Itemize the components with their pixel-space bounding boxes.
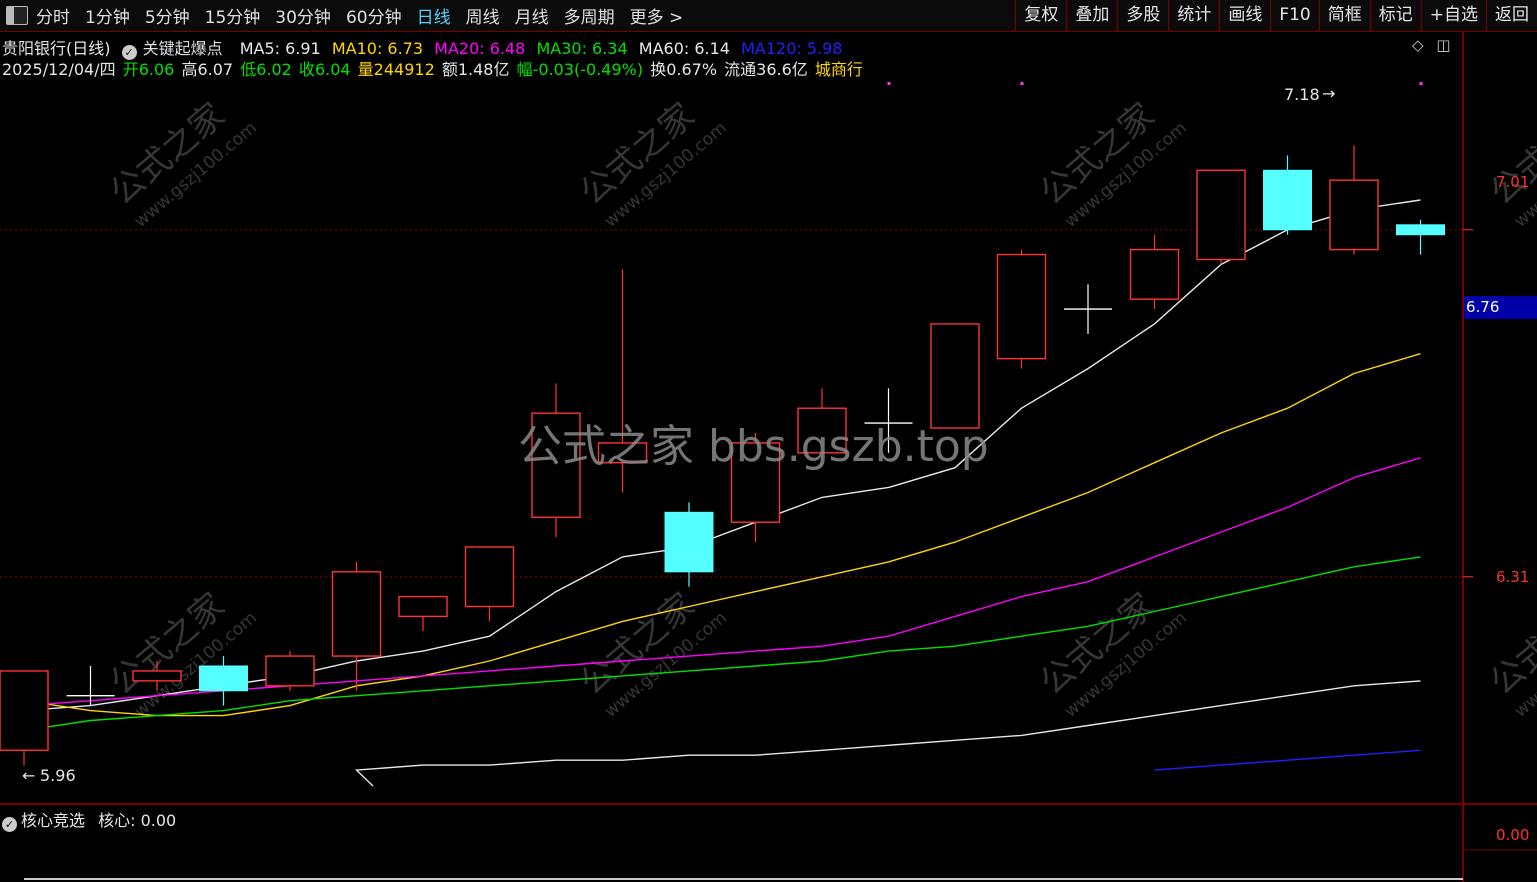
candle-body-up[interactable] [464,546,515,608]
diagonal-watermark: 公式之家www.gszj100.com [1032,95,1190,231]
change-label: 幅 [516,60,533,79]
amount-value: 1.48亿 [457,60,510,79]
candle-body-up[interactable] [0,670,49,751]
close-label: 收 [298,60,315,79]
price-label-upper: 7.01 [1496,173,1530,191]
candle-body-up[interactable] [1329,179,1379,251]
turnover-value: 0.67% [666,60,718,79]
float-group: 流通36.6亿 [724,60,808,79]
signal-dot [1020,82,1024,85]
candle-body-up[interactable] [331,571,382,657]
sector-label[interactable]: 城商行 [815,60,863,79]
float-value: 36.6亿 [756,60,808,79]
diagonal-watermark: 公式之家www.gszj100.com [1482,95,1537,231]
candle-body-up[interactable] [996,253,1047,360]
chart-corner-icons: ◇ ◫ [1412,36,1459,54]
low-label: 低 [240,60,257,79]
turnover-label: 换 [650,60,667,79]
sub-indicator-selector[interactable]: ✓ 核心竞选 [2,811,93,832]
close-group: 收6.04 [299,60,351,79]
diagonal-watermark: 公式之家www.gszj100.com [102,95,260,231]
center-watermark: 公式之家 bbs.gszb.top [518,421,989,472]
candle-body-down[interactable] [199,665,248,692]
diagonal-watermark: 公式之家www.gszj100.com [1482,585,1537,721]
candle-body-up[interactable] [398,595,448,618]
low-group: 低6.02 [240,60,292,79]
amount-label: 额 [441,60,458,79]
low-price-annotation: 5.96 [40,766,76,785]
current-price-box: 6.76 [1464,296,1537,319]
low-value: 6.02 [256,60,292,79]
change-group: 幅-0.03(-0.49%) [517,60,644,79]
high-label: 高 [181,60,198,79]
panel-toggle-icon[interactable]: ◫ [1436,36,1450,54]
quote-date: 2025/12/04/四 [2,60,116,79]
open-label: 开 [122,60,139,79]
high-price-annotation: 7.18 [1284,85,1320,104]
sub-axis-label: 0.00 [1496,826,1530,844]
price-label-lower: 6.31 [1496,568,1530,586]
watermark-cn: 公式之家 [1482,585,1537,703]
diagonal-watermark: 公式之家www.gszj100.com [1032,585,1190,721]
float-label: 流通 [724,60,757,79]
amount-group: 额1.48亿 [442,60,510,79]
candle-body-down[interactable] [1263,169,1312,231]
close-value: 6.04 [314,60,351,79]
open-group: 开6.06 [123,60,175,79]
candle-body-up[interactable] [265,655,315,687]
high-arrow-icon: → [1322,84,1335,103]
indicator-info-row: 贵阳银行(日线) ✓ 关键起爆点 MA5: 6.91 MA10: 6.73 MA2… [2,35,848,60]
quote-info-row: 2025/12/04/四 开6.06 高6.07 低6.02 收6.04 量24… [2,56,869,79]
watermark-cn: 公式之家 [1482,95,1537,213]
check-icon: ✓ [2,817,17,832]
diagonal-watermark: 公式之家www.gszj100.com [572,585,730,721]
diagonal-watermark: 公式之家www.gszj100.com [572,95,730,231]
candle-body-up[interactable] [1196,169,1246,261]
signal-dot [1419,82,1423,85]
low-arrow-icon: ← [22,766,35,785]
candle-body-down[interactable] [1396,224,1445,236]
ma-line-ma120 [1154,749,1421,771]
volume-value: 244912 [373,60,435,79]
turnover-group: 换0.67% [650,60,717,79]
sub-indicator-value: 核心: 0.00 [98,811,177,830]
ma-line-ma60 [354,680,1421,787]
signal-dot [887,82,891,85]
open-value: 6.06 [138,60,175,79]
candle-body-up[interactable] [1129,248,1180,300]
high-value: 6.07 [197,60,234,79]
diamond-icon[interactable]: ◇ [1412,36,1424,54]
volume-group: 量244912 [358,60,435,79]
change-value: -0.03(-0.49%) [532,60,644,79]
high-group: 高6.07 [181,60,233,79]
candle-body-up[interactable] [132,670,182,682]
candle-body-down[interactable] [664,511,714,573]
sub-indicator-title: 核心竞选 [21,811,86,830]
volume-label: 量 [357,60,374,79]
sub-indicator-header: ✓ 核心竞选 核心: 0.00 [2,807,176,832]
